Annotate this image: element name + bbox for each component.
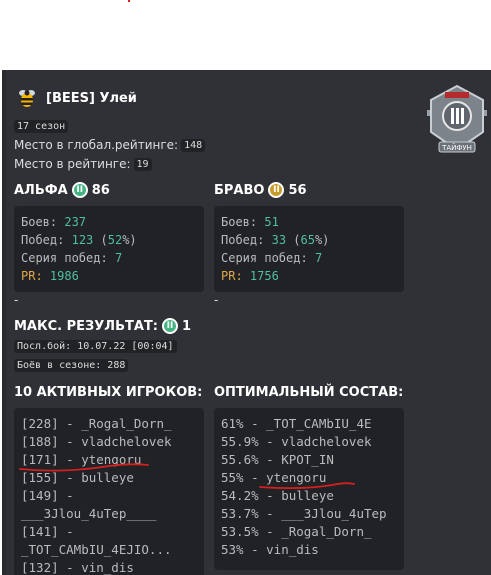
list-item: [132] - vin_dis xyxy=(21,560,134,575)
season-battles-badge: Боёв в сезоне: 288 xyxy=(14,359,129,372)
bravo-wins-row: Побед: 33 (65%) xyxy=(221,233,330,247)
embed-header: [BEES] Улей xyxy=(16,87,137,109)
bravo-stats: Боев: 51 Побед: 33 (65%) Серия побед: 7 … xyxy=(214,206,404,292)
alpha-streak-row: Серия побед: 7 xyxy=(21,251,123,265)
tier-two-green-icon: II xyxy=(71,182,88,198)
optimal-title: ОПТИМАЛЬНЫЙ СОСТАВ: xyxy=(214,385,404,400)
alpha-battles-row: Боев: 237 xyxy=(21,215,87,229)
clan-embed: [BEES] Улей 17 сезон Место в глобал.рейт… xyxy=(2,70,491,575)
alpha-title-label: АЛЬФА xyxy=(14,182,68,198)
list-item: ___3Jlou_4uTep____ xyxy=(21,506,157,521)
season-line: 17 сезон xyxy=(14,120,69,133)
list-item: 55.9% - vladchelovek xyxy=(221,434,372,449)
clan-title: [BEES] Улей xyxy=(46,90,137,106)
bravo-battles-row: Боев: 51 xyxy=(221,215,279,229)
list-item: 55% - ytengoru xyxy=(221,470,327,485)
tier-two-orange-icon: II xyxy=(268,182,285,198)
bravo-tier-value: 56 xyxy=(288,182,307,198)
global-rank-label: Место в глобал.рейтинге: xyxy=(14,138,179,152)
last-battle-badge: Посл.бой: 10.07.22 [00:04] xyxy=(14,340,177,353)
active-players-list: [228] - _Rogal_Dorn_ [188] - vladchelovek… xyxy=(14,408,204,575)
alpha-dash: - xyxy=(14,293,19,307)
alpha-title: АЛЬФА II 86 xyxy=(14,182,110,198)
season-badge: 17 сезон xyxy=(14,120,69,133)
list-item: [155] - bulleye xyxy=(21,470,134,485)
tier-two-green-icon: II xyxy=(162,318,178,334)
list-item: _TOT_CAMbIU_4EJIO... xyxy=(21,542,172,557)
bravo-title-label: БРАВО xyxy=(214,182,265,198)
last-battle-line: Посл.бой: 10.07.22 [00:04] xyxy=(14,340,177,353)
list-item: 53.5% - _Rogal_Dorn_ xyxy=(221,524,372,539)
alpha-tier-value: 86 xyxy=(91,182,110,198)
list-item: 54.2% - bulleye xyxy=(221,488,334,503)
max-result-title: МАКС. РЕЗУЛЬТАТ: II 1 xyxy=(14,318,191,334)
list-item: 55.6% - KPOT_IN xyxy=(221,452,334,467)
rank-label: Место в рейтинге: xyxy=(14,157,131,171)
max-result-label: МАКС. РЕЗУЛЬТАТ: xyxy=(14,318,158,334)
alpha-wins-row: Побед: 123 (52%) xyxy=(21,233,137,247)
stray-mark xyxy=(128,0,130,2)
season-battles-line: Боёв в сезоне: 288 xyxy=(14,359,129,372)
alpha-stats: Боев: 237 Побед: 123 (52%) Серия побед: … xyxy=(14,206,204,292)
list-item: 53.7% - ___3Jlou_4uTep xyxy=(221,506,387,521)
list-item: 61% - _TOT_CAMbIU_4E xyxy=(221,416,372,431)
global-rank-value: 148 xyxy=(181,138,206,152)
bravo-streak-row: Серия побед: 7 xyxy=(221,251,323,265)
max-result-value: 1 xyxy=(182,318,192,334)
optimal-list: 61% - _TOT_CAMbIU_4E 55.9% - vladchelovek… xyxy=(214,408,404,570)
list-item: [141] - xyxy=(21,524,74,539)
bee-icon xyxy=(19,90,35,107)
emblem-text: ТАЙФУН xyxy=(441,143,472,152)
list-item: 53% - vin_dis xyxy=(221,542,319,557)
rank-line: Место в рейтинге: 19 xyxy=(14,157,152,171)
rank-value: 19 xyxy=(133,157,152,171)
list-item: [171] - ytengoru xyxy=(21,452,142,467)
alpha-pr-row: PR: 1986 xyxy=(21,269,79,283)
embed-border xyxy=(2,70,6,575)
global-rank-line: Место в глобал.рейтинге: 148 xyxy=(14,138,206,152)
bravo-dash: - xyxy=(214,293,219,307)
list-item: [188] - vladchelovek xyxy=(21,434,172,449)
list-item: [149] - xyxy=(21,488,74,503)
active-players-title: 10 АКТИВНЫХ ИГРОКОВ: xyxy=(14,385,203,400)
list-item: [228] - _Rogal_Dorn_ xyxy=(21,416,172,431)
bravo-title: БРАВО II 56 xyxy=(214,182,307,198)
clan-emblem-icon: ТАЙФУН xyxy=(427,84,487,153)
bravo-pr-row: PR: 1756 xyxy=(221,269,279,283)
